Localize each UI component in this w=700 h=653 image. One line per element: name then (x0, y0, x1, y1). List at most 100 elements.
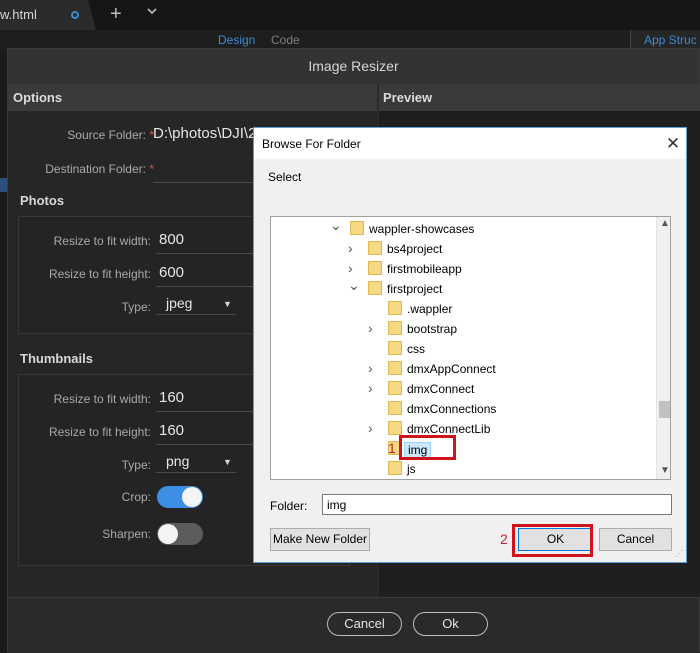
crop-toggle[interactable] (157, 486, 203, 508)
dialog-title: Image Resizer (8, 49, 699, 84)
step1-highlight (399, 435, 456, 460)
tree-item[interactable]: ⌄ wappler-showcases (271, 217, 656, 239)
step2-number: 2 (500, 531, 508, 547)
folder-label: Folder: (270, 499, 308, 513)
expand-arrow-icon[interactable]: › (368, 360, 378, 376)
make-new-folder-button[interactable]: Make New Folder (270, 528, 370, 551)
dialog-footer: Cancel Ok (8, 597, 699, 653)
sharpen-toggle-knob (158, 524, 178, 544)
tree-item[interactable]: › firstmobileapp (271, 259, 656, 279)
tree-item[interactable]: › bootstrap (271, 319, 656, 339)
tree-item[interactable]: › dmxAppConnect (271, 359, 656, 379)
folder-icon (388, 301, 402, 315)
folder-input[interactable] (322, 494, 672, 515)
options-header: Options (8, 84, 377, 111)
folder-icon (350, 221, 364, 235)
folder-icon (388, 361, 402, 375)
folder-tree[interactable]: js img › dmxConnectLib dmxConnections › dmxCon… (270, 216, 671, 480)
photo-height-label: Resize to fit height: (48, 267, 151, 281)
tree-scrollbar[interactable]: ▲ ▼ (656, 217, 670, 479)
sharpen-label: Sharpen: (102, 527, 151, 541)
expand-arrow-icon[interactable]: › (348, 240, 358, 256)
sharpen-toggle[interactable] (157, 523, 203, 545)
folder-icon (388, 341, 402, 355)
cancel-button[interactable]: Cancel (327, 612, 402, 636)
close-icon[interactable]: ✕ (658, 128, 688, 159)
app-structure-panel-tab[interactable]: App Struc (630, 30, 700, 50)
resize-grip-icon[interactable]: ⋰ (675, 549, 685, 559)
expand-arrow-icon[interactable]: › (368, 420, 378, 436)
design-view-tab[interactable]: Design (218, 33, 255, 47)
collapse-arrow-icon[interactable]: ⌄ (330, 217, 342, 233)
tree-item-label: firstproject (387, 282, 443, 296)
caret-down-icon: ▼ (223, 299, 232, 309)
browse-for-folder-dialog: Browse For Folder ✕ Select js img › dmxConn… (253, 127, 687, 563)
step1-number: 1 (388, 440, 396, 456)
thumbnails-section-title: Thumbnails (20, 351, 93, 366)
tree-item-label: dmxAppConnect (407, 362, 496, 376)
file-tab-label: w.html (0, 7, 37, 22)
folder-icon (368, 281, 382, 295)
tree-item[interactable]: img (271, 439, 656, 459)
tree-item-label: firstmobileapp (387, 262, 462, 276)
tree-item[interactable]: js (271, 459, 656, 479)
tree-item[interactable]: › dmxConnect (271, 379, 656, 399)
folder-icon (388, 381, 402, 395)
tree-item-label: css (407, 342, 425, 356)
expand-arrow-icon[interactable]: › (368, 320, 378, 336)
tree-item[interactable]: › bs4project (271, 239, 656, 259)
tree-item[interactable]: dmxConnections (271, 399, 656, 419)
tree-item-label: .wappler (407, 302, 453, 316)
folder-icon (368, 241, 382, 255)
file-tab[interactable]: w.html (0, 0, 96, 30)
thumb-height-underline (156, 444, 259, 445)
destination-folder-field[interactable] (153, 182, 253, 183)
browse-cancel-button[interactable]: Cancel (599, 528, 672, 551)
folder-icon (388, 461, 402, 475)
chevron-down-icon[interactable] (146, 4, 158, 22)
crop-label: Crop: (121, 490, 151, 504)
thumb-width-input[interactable]: 160 (159, 389, 184, 406)
photo-type-label: Type: (121, 300, 151, 314)
tree-item[interactable]: .wappler (271, 299, 656, 319)
thumb-type-select[interactable]: png (166, 453, 189, 469)
thumb-width-underline (156, 411, 259, 412)
thumb-type-label: Type: (121, 458, 151, 472)
new-tab-plus-icon[interactable]: + (110, 4, 122, 24)
select-label: Select (268, 170, 302, 184)
ok-button[interactable]: Ok (413, 612, 488, 636)
browse-title-bar: Browse For Folder ✕ (254, 128, 686, 159)
folder-icon (388, 321, 402, 335)
photo-type-select[interactable]: jpeg (166, 295, 192, 311)
photo-height-input[interactable]: 600 (159, 264, 184, 281)
tree-item[interactable]: ⌄ firstproject (271, 277, 656, 299)
tree-item-label: bootstrap (407, 322, 458, 336)
photos-group: Resize to fit width: 800 Resize to fit h… (18, 216, 259, 334)
tree-item[interactable]: css (271, 339, 656, 359)
tree-item-label: js (407, 462, 416, 476)
photo-width-input[interactable]: 800 (159, 231, 184, 248)
photo-width-label: Resize to fit width: (53, 234, 151, 248)
tree-item-label: bs4project (387, 242, 443, 256)
source-folder-field[interactable]: D:\photos\DJI\2 (153, 125, 256, 142)
tree-item-label: dmxConnections (407, 402, 497, 416)
tree-item-label: dmxConnect (407, 382, 475, 396)
destination-folder-label: Destination Folder: * (45, 162, 154, 176)
thumb-width-label: Resize to fit width: (53, 392, 151, 406)
expand-arrow-icon[interactable]: › (348, 260, 358, 276)
code-view-tab[interactable]: Code (271, 33, 300, 47)
photo-type-underline (156, 314, 236, 315)
expand-arrow-icon[interactable]: › (368, 380, 378, 396)
app-structure-label: App Struc (644, 33, 697, 47)
source-folder-label: Source Folder: * (67, 128, 154, 142)
thumb-type-underline (156, 472, 236, 473)
scroll-down-icon[interactable]: ▼ (660, 465, 670, 476)
tree-item[interactable]: › dmxConnectLib (271, 419, 656, 439)
scroll-up-icon[interactable]: ▲ (660, 218, 670, 229)
thumb-height-input[interactable]: 160 (159, 422, 184, 439)
tree-item-label: wappler-showcases (369, 222, 475, 236)
caret-down-icon: ▼ (223, 457, 232, 467)
preview-header: Preview (379, 84, 700, 111)
view-switch-bar (0, 30, 700, 50)
scroll-thumb[interactable] (659, 401, 670, 418)
